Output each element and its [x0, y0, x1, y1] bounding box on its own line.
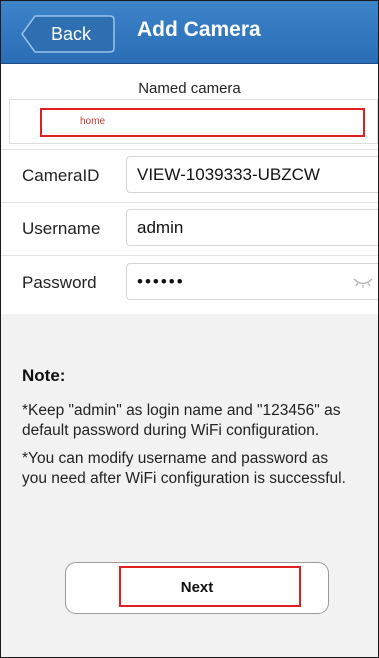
camera-id-label: CameraID: [22, 166, 100, 185]
divider: [1, 149, 378, 150]
title-bar: Back Add Camera: [1, 1, 378, 64]
note-line: default password during WiFi configurati…: [22, 422, 320, 439]
divider: [1, 255, 378, 256]
camera-name-row: home: [9, 99, 378, 144]
named-camera-label: Named camera: [138, 80, 241, 97]
next-label: Next: [180, 579, 214, 596]
note-line: *Keep "admin" as login name and "123456"…: [22, 402, 341, 419]
username-label: Username: [22, 219, 101, 238]
note-line: you need after WiFi configuration is suc…: [22, 470, 346, 487]
camera-id-value: VIEW-1039333-UBZCW: [137, 165, 320, 184]
back-button[interactable]: Back: [21, 15, 115, 53]
note-heading: Note:: [22, 366, 66, 385]
username-field[interactable]: admin: [126, 209, 378, 246]
back-label: Back: [51, 24, 92, 44]
camera-id-field[interactable]: VIEW-1039333-UBZCW: [126, 156, 378, 193]
divider: [1, 202, 378, 203]
username-value: admin: [137, 218, 184, 237]
page-title: Add Camera: [137, 18, 261, 41]
eye-closed-icon[interactable]: [352, 276, 374, 294]
next-button[interactable]: Next: [65, 562, 329, 614]
password-value: ••••••: [137, 272, 185, 291]
note-line: *You can modify username and password as: [22, 450, 329, 467]
camera-name-input[interactable]: home: [40, 108, 365, 137]
password-field[interactable]: ••••••: [126, 263, 378, 300]
app-screen: Back Add Camera Named camera home Camera…: [0, 0, 379, 658]
camera-name-value: home: [80, 116, 106, 127]
eye-closed-icon-shape: [353, 278, 373, 288]
password-label: Password: [22, 273, 97, 292]
